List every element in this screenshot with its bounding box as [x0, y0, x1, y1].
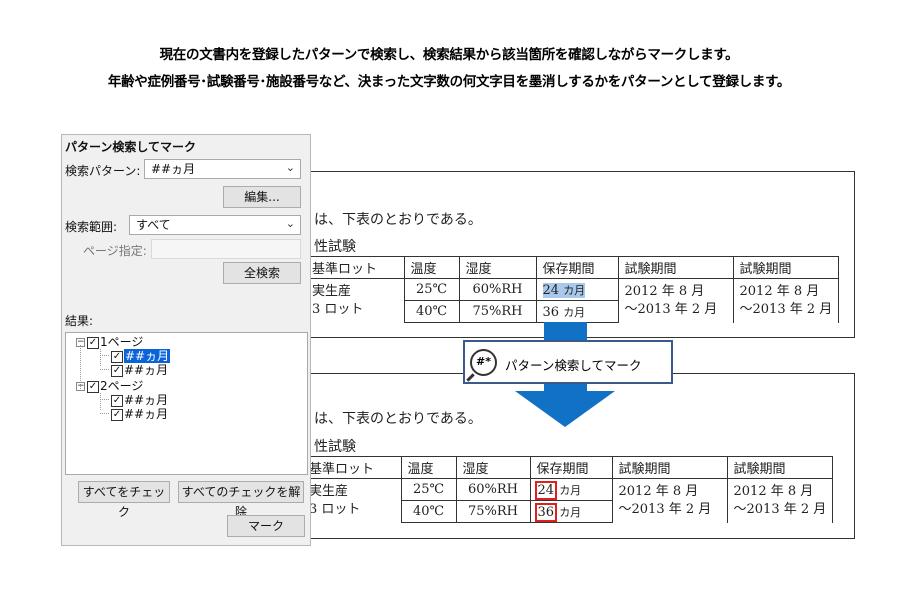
humidity-cell: 75%RH: [455, 500, 531, 523]
table-header: 温度: [400, 456, 457, 479]
search-hit-highlight: 24 カ月: [542, 282, 586, 298]
humidity-cell: 60%RH: [455, 478, 531, 501]
document-section-title: 性試験: [314, 239, 356, 255]
checkbox-checked-icon[interactable]: ✓: [111, 408, 123, 421]
period-cell: 24 カ月: [535, 278, 619, 301]
lot-cell: 実生産 3 ロット: [306, 278, 405, 323]
tree-result-node[interactable]: ✓ ##ヵ月: [111, 407, 168, 421]
table-header: 試験期間: [611, 456, 728, 479]
range-label: 検索範囲:: [65, 220, 118, 234]
pattern-search-panel: パターン検索してマーク 検索パターン: ##ヵ月 ⌄ 編集... 検索範囲: す…: [61, 134, 311, 546]
page-label: ページ指定:: [83, 244, 147, 258]
lot-line: 3 ロット: [312, 301, 364, 317]
mark-button[interactable]: マーク: [227, 515, 305, 537]
headline-line-1: 現在の文書内を登録したパターンで検索し、検索結果から該当箇所を確認しながらマーク…: [159, 47, 739, 63]
panel-title: パターン検索してマーク: [65, 140, 197, 154]
test-period-cell: 2012 年 8 月～2013 年 2 月: [611, 478, 728, 523]
test-period-cell: 2012 年 8 月～2013 年 2 月: [732, 278, 840, 323]
temp-cell: 40℃: [403, 300, 460, 323]
range-value: すべて: [136, 218, 171, 232]
marked-digits: 24: [534, 480, 557, 500]
humidity-cell: 60%RH: [458, 278, 537, 301]
pattern-dropdown[interactable]: ##ヵ月 ⌄: [144, 159, 301, 179]
document-sentence: は、下表のとおりである。: [314, 212, 482, 228]
badge-label: パターン検索してマーク: [505, 358, 642, 373]
table-header: 基準ロット: [306, 256, 405, 279]
magnifier-pattern-icon: #*: [470, 349, 497, 376]
table-header: 保存期間: [529, 456, 613, 479]
range-dropdown[interactable]: すべて ⌄: [129, 215, 301, 235]
lot-cell: 実生産 3 ロット: [303, 478, 402, 523]
tree-result-node[interactable]: ✓ ##ヵ月: [111, 393, 168, 407]
table-header: 温度: [403, 256, 460, 279]
table-header: 試験期間: [617, 256, 734, 279]
results-tree[interactable]: − ✓ 1ページ ✓ ##ヵ月 ✓ ##ヵ月 − ✓ 2ページ ✓ ##ヵ月 ✓ ##ヵ月: [65, 332, 308, 475]
marked-digits: 36: [534, 502, 557, 522]
table-header: 保存期間: [535, 256, 619, 279]
test-period-cell: 2012 年 8 月～2013 年 2 月: [617, 278, 734, 323]
check-all-button[interactable]: すべてをチェック: [78, 481, 170, 519]
table-header: 湿度: [458, 256, 537, 279]
pattern-search-mark-badge: #* パターン検索してマーク: [463, 340, 673, 384]
lot-line: 実生産: [312, 283, 352, 299]
document-section-title: 性試験: [314, 439, 356, 455]
collapse-icon[interactable]: −: [76, 338, 85, 347]
temp-cell: 40℃: [400, 500, 457, 523]
search-all-button[interactable]: 全検索: [223, 262, 301, 284]
results-label: 結果:: [65, 314, 94, 328]
table-header: 試験期間: [726, 456, 834, 479]
pattern-label: 検索パターン:: [65, 164, 141, 178]
period-cell: 36 カ月: [529, 500, 613, 523]
pattern-value: ##ヵ月: [151, 162, 196, 176]
process-arrow-head: [515, 391, 615, 427]
uncheck-all-button[interactable]: すべてのチェックを解除: [178, 481, 304, 519]
table-header: 試験期間: [732, 256, 840, 279]
temp-cell: 25℃: [403, 278, 460, 301]
page-input[interactable]: [151, 239, 301, 259]
chevron-down-icon: ⌄: [285, 217, 295, 230]
period-cell: 24 カ月: [529, 478, 613, 501]
test-period-cell: 2012 年 8 月～2013 年 2 月: [726, 478, 834, 523]
checkbox-checked-icon[interactable]: ✓: [111, 364, 123, 377]
table-header: 基準ロット: [303, 456, 402, 479]
headline-line-2: 年齢や症例番号･試験番号･施設番号など、決まった文字数の何文字目を墨消しするかを…: [107, 74, 791, 90]
checkbox-checked-icon[interactable]: ✓: [87, 380, 99, 393]
chevron-down-icon: ⌄: [285, 161, 295, 174]
temp-cell: 25℃: [400, 478, 457, 501]
tree-result-node[interactable]: ✓ ##ヵ月: [111, 349, 171, 363]
tree-page-node[interactable]: − ✓ 2ページ: [76, 379, 143, 393]
tree-page-node[interactable]: − ✓ 1ページ: [76, 335, 143, 349]
table-header: 湿度: [455, 456, 531, 479]
humidity-cell: 75%RH: [458, 300, 537, 323]
stability-table: 基準ロット 温度 湿度 保存期間 試験期間 試験期間 実生産 3 ロット 25℃…: [306, 256, 840, 323]
period-cell: 36 カ月: [535, 300, 619, 323]
stability-table: 基準ロット 温度 湿度 保存期間 試験期間 試験期間 実生産 3 ロット 25℃ …: [303, 456, 834, 523]
tree-result-node[interactable]: ✓ ##ヵ月: [111, 363, 168, 377]
collapse-icon[interactable]: −: [76, 382, 85, 391]
checkbox-checked-icon[interactable]: ✓: [111, 394, 123, 407]
document-before: は、下表のとおりである。 性試験 基準ロット 温度 湿度 保存期間 試験期間 試…: [250, 171, 855, 338]
document-sentence: は、下表のとおりである。: [314, 411, 482, 427]
checkbox-checked-icon[interactable]: ✓: [111, 350, 123, 363]
edit-button[interactable]: 編集...: [223, 186, 301, 208]
checkbox-checked-icon[interactable]: ✓: [87, 336, 99, 349]
